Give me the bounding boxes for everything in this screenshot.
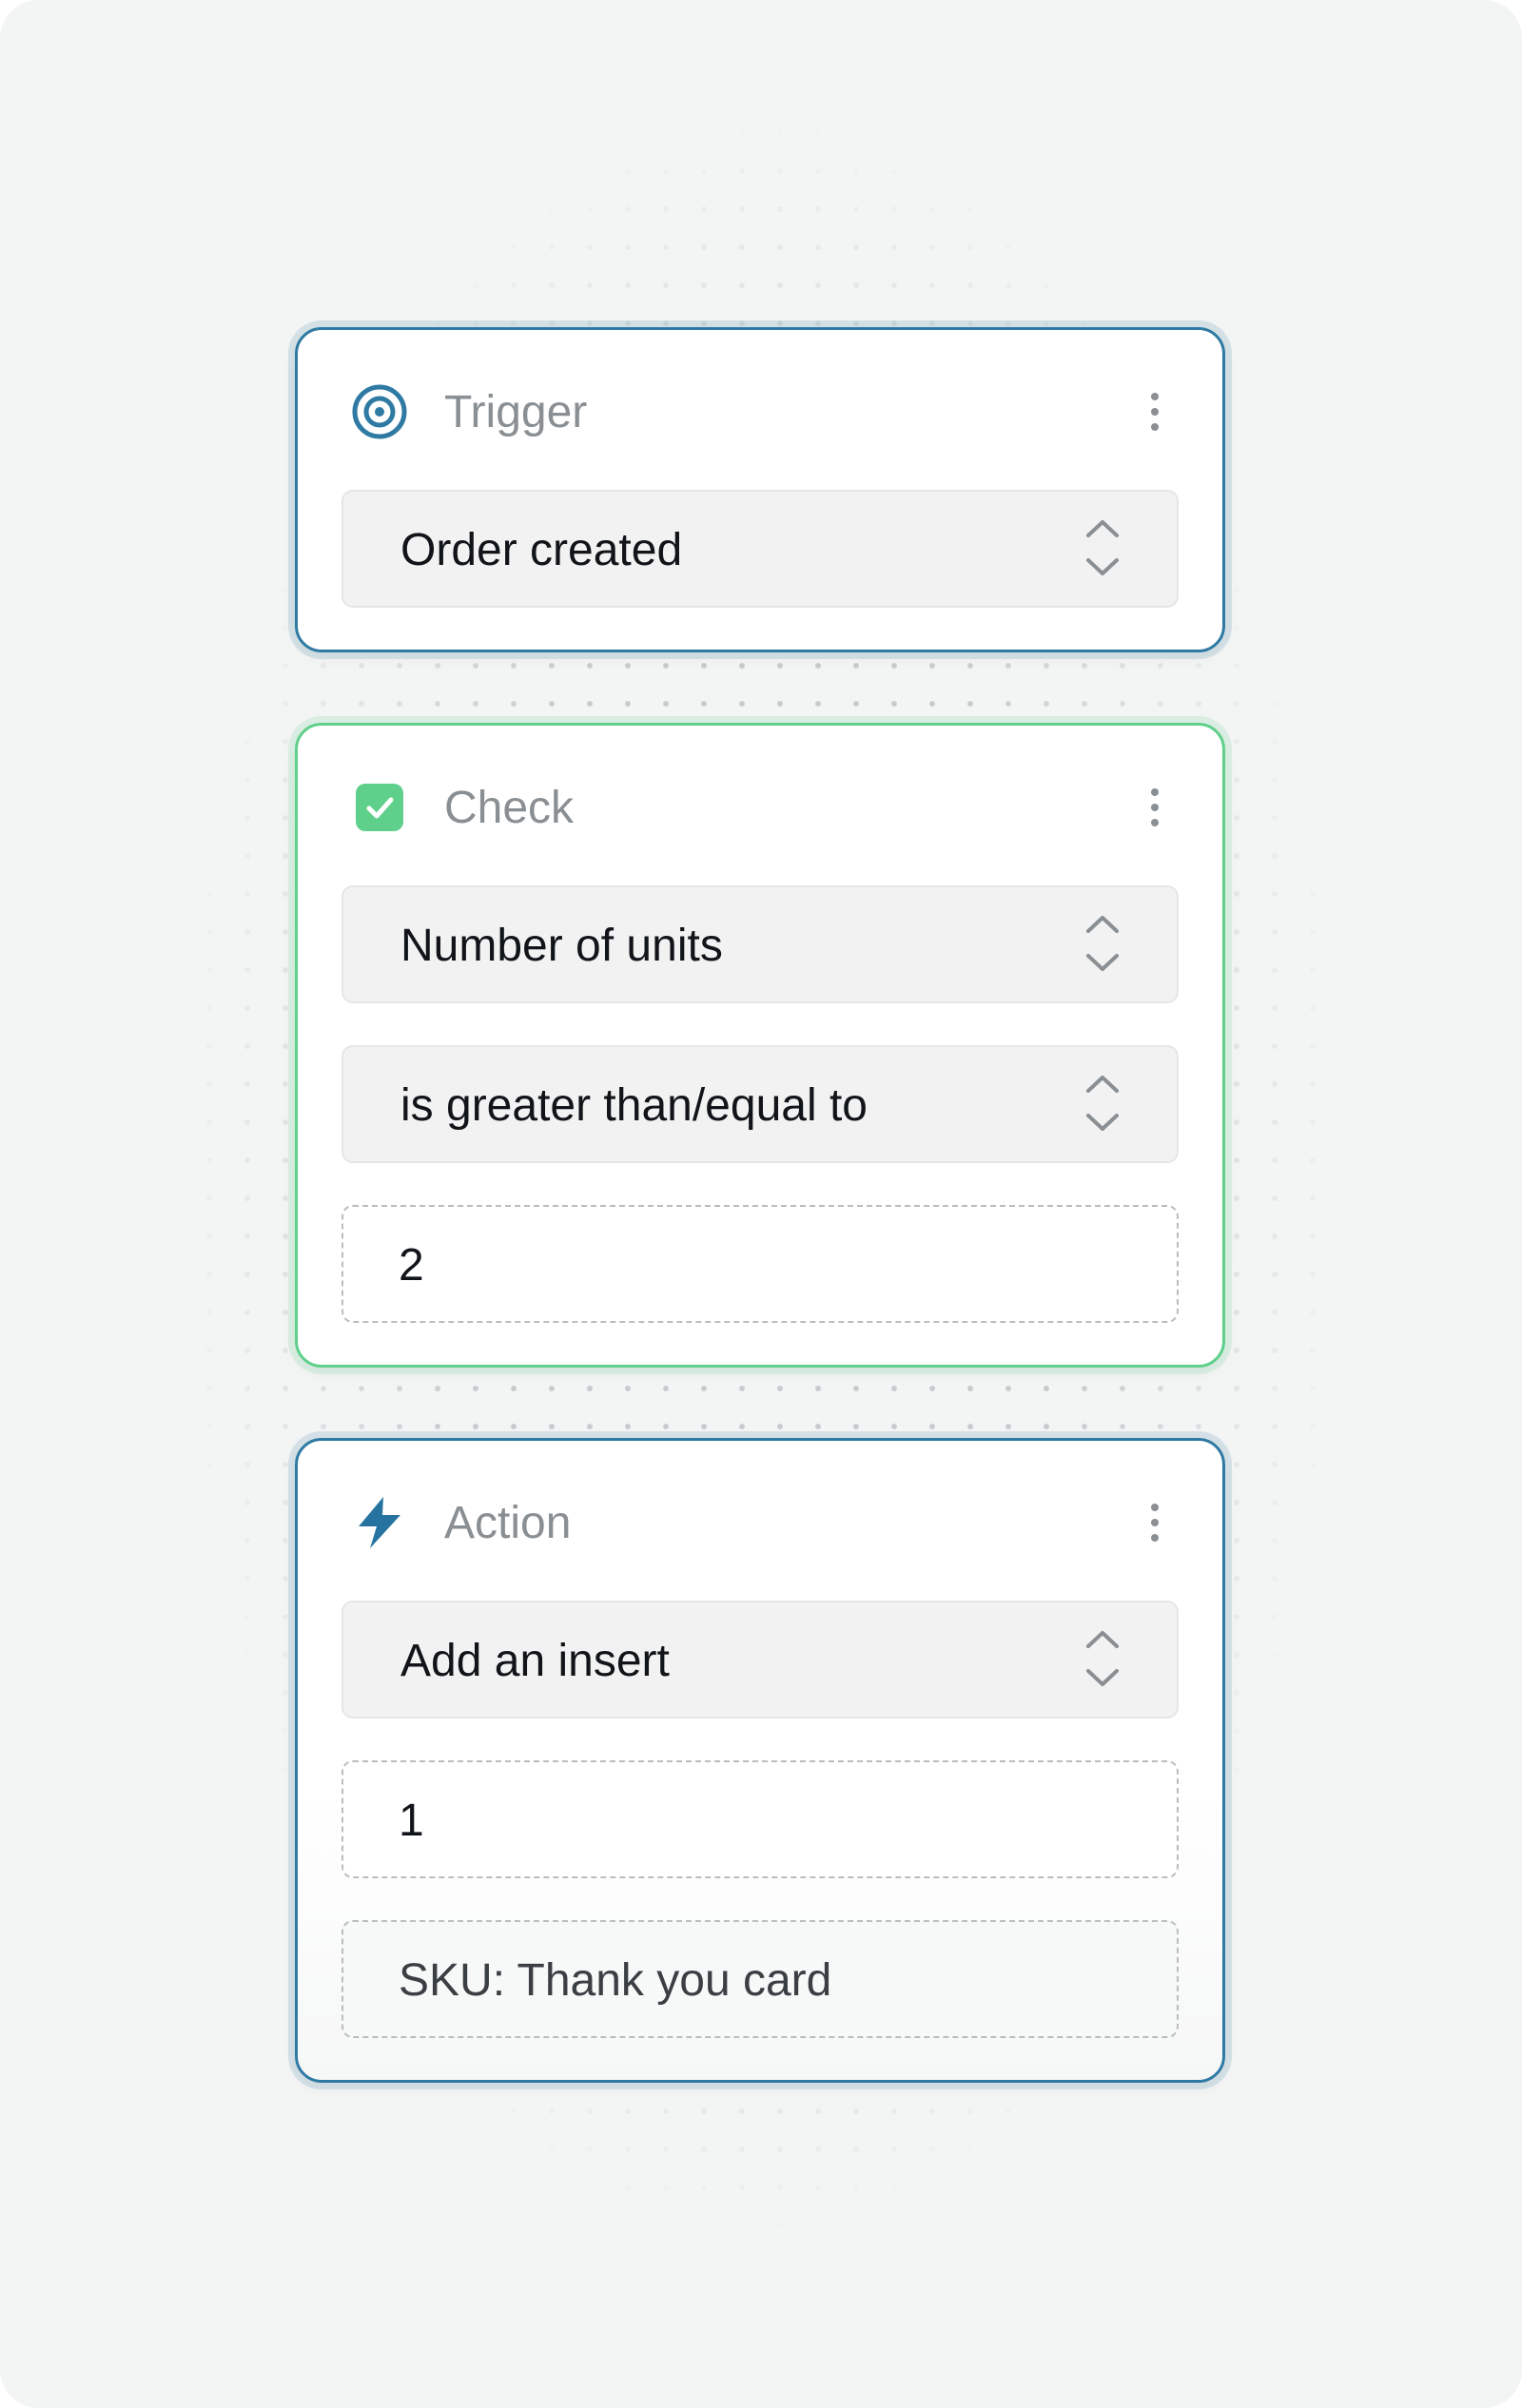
check-value-input[interactable]: 2 (341, 1205, 1179, 1323)
action-sku-text: SKU: Thank you card (399, 1955, 832, 2006)
action-type-value: Add an insert (400, 1636, 670, 1686)
trigger-title: Trigger (444, 387, 588, 437)
check-card[interactable]: Check Number of units is greater than/eq… (295, 723, 1225, 1368)
action-quantity-text: 1 (399, 1796, 424, 1846)
chevron-up-down-icon (1083, 1072, 1122, 1135)
target-icon (351, 383, 408, 440)
check-field-select[interactable]: Number of units (341, 885, 1179, 1003)
lightning-icon (351, 1494, 408, 1551)
action-quantity-input[interactable]: 1 (341, 1760, 1179, 1878)
chevron-up-down-icon (1083, 912, 1122, 975)
chevron-up-down-icon (1083, 516, 1122, 579)
trigger-more-menu-icon[interactable] (1141, 383, 1169, 440)
workflow-canvas: Trigger Order created Check Number of un… (0, 0, 1522, 2408)
checkbox-checked-icon (351, 779, 408, 836)
check-field-value: Number of units (400, 921, 723, 971)
action-card[interactable]: Action Add an insert 1 SKU: Thank you ca… (295, 1438, 1225, 2083)
action-card-header: Action (351, 1494, 1169, 1551)
action-more-menu-icon[interactable] (1141, 1494, 1169, 1551)
chevron-up-down-icon (1083, 1627, 1122, 1690)
trigger-event-select[interactable]: Order created (341, 490, 1179, 608)
trigger-card-header: Trigger (351, 383, 1169, 440)
trigger-card[interactable]: Trigger Order created (295, 327, 1225, 652)
action-sku-input[interactable]: SKU: Thank you card (341, 1920, 1179, 2038)
check-card-header: Check (351, 779, 1169, 836)
action-title: Action (444, 1498, 572, 1548)
check-more-menu-icon[interactable] (1141, 779, 1169, 836)
check-value-text: 2 (399, 1240, 424, 1291)
check-operator-value: is greater than/equal to (400, 1080, 868, 1131)
check-operator-select[interactable]: is greater than/equal to (341, 1045, 1179, 1163)
action-type-select[interactable]: Add an insert (341, 1601, 1179, 1719)
trigger-event-value: Order created (400, 525, 683, 575)
check-title: Check (444, 783, 575, 833)
